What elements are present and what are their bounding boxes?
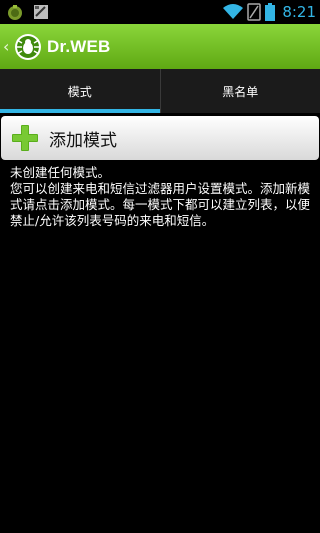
action-bar: ‹ Dr.WEB [0, 24, 320, 69]
tab-modes[interactable]: 模式 [0, 69, 160, 113]
status-time: 8:21 [282, 3, 316, 21]
wifi-icon [223, 4, 244, 19]
status-bar: 8:21 [0, 0, 320, 24]
android-debug-icon [8, 5, 22, 20]
no-sim-icon [247, 3, 262, 21]
plus-icon [12, 125, 38, 151]
no-modes-text: 未创建任何模式。 [10, 165, 111, 180]
tab-bar: 模式 黑名单 [0, 69, 320, 113]
tab-modes-label: 模式 [67, 84, 92, 99]
empty-state-message: 未创建任何模式。 您可以创建来电和短信过滤器用户设置模式。添加新模式请点击添加模… [10, 165, 314, 229]
tab-blacklist[interactable]: 黑名单 [159, 69, 320, 113]
add-mode-button[interactable]: 添加模式 [1, 116, 319, 160]
drweb-spider-logo-icon[interactable] [13, 32, 43, 62]
tab-blacklist-label: 黑名单 [222, 84, 259, 99]
add-mode-label: 添加模式 [49, 130, 117, 151]
instructions-text: 您可以创建来电和短信过滤器用户设置模式。添加新模式请点击添加模式。每一模式下都可… [10, 181, 311, 228]
up-navigation-icon[interactable]: ‹ [3, 37, 11, 56]
battery-icon [265, 3, 276, 21]
sd-card-icon [34, 5, 48, 19]
app-title: Dr.WEB [47, 36, 111, 56]
